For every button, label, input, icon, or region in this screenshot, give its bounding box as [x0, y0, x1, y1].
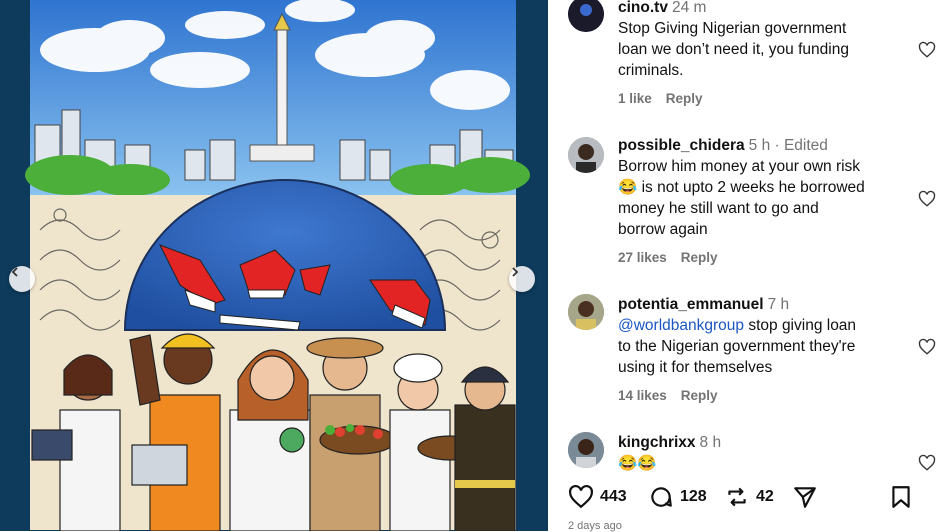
avatar-image [568, 0, 604, 32]
comment-time: 5 h · Edited [748, 137, 828, 154]
comment-text: possible_chidera 5 h · Edited Borrow him … [618, 135, 888, 240]
comment-button[interactable]: 128 [648, 484, 707, 510]
comment-meta: 14 likes Reply [618, 388, 732, 403]
repost-button[interactable]: 42 [724, 484, 774, 510]
comment-line: loan we don’t need it, you funding [618, 41, 849, 58]
comment-line: borrow again [618, 221, 708, 238]
comment-time: 7 h [767, 296, 790, 313]
comment-line: stop giving loan [744, 317, 857, 334]
share-icon [794, 487, 816, 508]
avatar[interactable] [568, 137, 604, 173]
save-button[interactable] [888, 484, 920, 510]
comment-line: Stop Giving Nigerian government [618, 20, 847, 37]
comment-icon [651, 487, 672, 507]
avatar-image [568, 294, 604, 330]
comment-text: cino.tv 24 m Stop Giving Nigerian governm… [618, 0, 888, 81]
comment-line: using it for themselves [618, 359, 773, 376]
like-button[interactable]: 443 [568, 484, 627, 510]
chevron-right-icon [512, 267, 519, 277]
like-heart-icon[interactable] [918, 338, 936, 356]
illustration-art [0, 0, 548, 531]
heart-icon [569, 484, 593, 509]
comment-line: Borrow him money at your own risk [618, 158, 861, 175]
avatar[interactable] [568, 432, 604, 468]
comment-username[interactable]: kingchrixx [618, 434, 696, 451]
post-image[interactable] [0, 0, 548, 531]
comment-line: money he still want to go and [618, 200, 819, 217]
comment-line: to the Nigerian government they're [618, 338, 856, 355]
comment-line: criminals. [618, 62, 684, 79]
avatar[interactable] [568, 294, 604, 330]
reply-button[interactable]: Reply [681, 388, 718, 403]
bookmark-icon [892, 486, 910, 508]
like-heart-icon[interactable] [918, 190, 936, 208]
comment-text: kingchrixx 8 h 😂😂 [618, 432, 888, 474]
repost-count: 42 [756, 488, 774, 505]
comment-count: 128 [680, 488, 707, 505]
mention-link[interactable]: @worldbankgroup [618, 317, 744, 334]
reply-button[interactable]: Reply [666, 91, 703, 106]
like-heart-icon[interactable] [918, 41, 936, 59]
share-button[interactable] [792, 484, 824, 510]
like-heart-icon[interactable] [918, 454, 936, 472]
comment-username[interactable]: possible_chidera [618, 137, 745, 154]
comments-panel[interactable]: cino.tv 24 m Stop Giving Nigerian governm… [548, 0, 938, 531]
post-actions-bar: 443 128 42 [548, 478, 938, 520]
avatar-image [568, 137, 604, 173]
comment-likes[interactable]: 14 likes [618, 388, 667, 403]
comment-line: 😂 is not upto 2 weeks he borrowed [618, 179, 865, 196]
comment-meta: 27 likes Reply [618, 250, 732, 265]
comment-username[interactable]: potentia_emmanuel [618, 296, 764, 313]
repost-icon [728, 487, 746, 507]
carousel-prev-button[interactable] [9, 266, 35, 292]
like-count: 443 [600, 488, 627, 505]
avatar-image [568, 432, 604, 468]
chevron-left-icon [11, 267, 18, 277]
comment-meta: 1 like Reply [618, 91, 717, 106]
comment-line: 😂😂 [618, 455, 657, 472]
comment-time: 8 h [699, 434, 722, 451]
comment-text: potentia_emmanuel 7 h @worldbankgroup sto… [618, 294, 888, 378]
carousel-next-button[interactable] [509, 266, 535, 292]
post-date: 2 days ago [568, 520, 622, 532]
comment-likes[interactable]: 27 likes [618, 250, 667, 265]
reply-button[interactable]: Reply [681, 250, 718, 265]
comment-likes[interactable]: 1 like [618, 91, 652, 106]
comment-username[interactable]: cino.tv [618, 0, 668, 16]
avatar[interactable] [568, 0, 604, 32]
comment-time: 24 m [671, 0, 707, 16]
